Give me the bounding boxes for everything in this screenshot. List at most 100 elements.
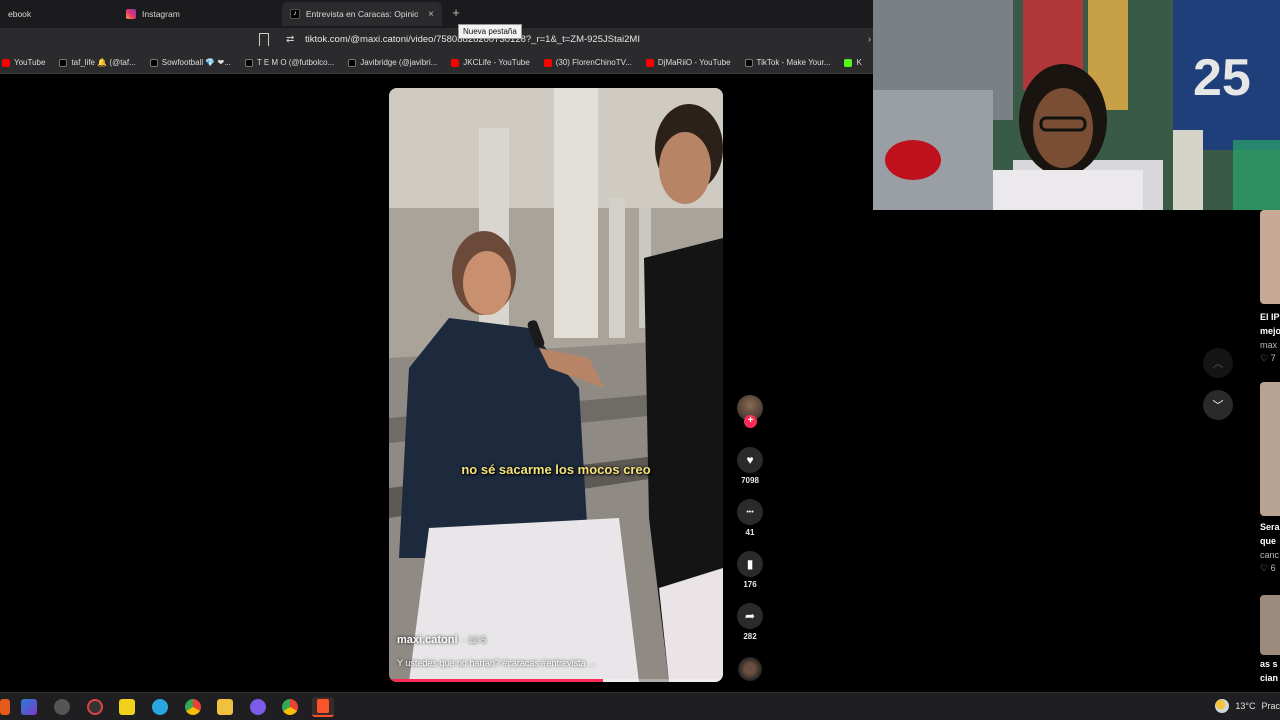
bookmark-item[interactable]: K: [844, 58, 862, 67]
recommendation-title: mejo: [1260, 326, 1280, 336]
recommendation-card[interactable]: as s cian: [1260, 595, 1280, 683]
video-progress-bar[interactable]: [389, 679, 723, 682]
save-count: 176: [743, 580, 757, 589]
chrome-icon[interactable]: [282, 699, 298, 715]
save-button[interactable]: ▮ 176: [732, 551, 768, 589]
heart-icon: ♥: [737, 447, 763, 473]
bookmark-item[interactable]: DjMaRiiO - YouTube: [645, 58, 731, 67]
weather-icon: [1215, 699, 1230, 713]
recommendation-author: max: [1260, 340, 1278, 350]
bookmark-label: K: [856, 58, 862, 67]
tab-bar: ebook Instagram ♪ Entrevista en Caracas:…: [0, 0, 873, 39]
share-icon: ➦: [737, 603, 763, 629]
youtube-icon: [645, 58, 654, 67]
bookmark-item[interactable]: JKCLife - YouTube: [451, 58, 530, 67]
video-author-row: maxi.catoni · 12-5: [397, 634, 486, 646]
music-disc-icon[interactable]: [738, 657, 762, 681]
post-date: · 12-5: [462, 635, 487, 645]
tab-label: ebook: [8, 9, 32, 19]
recommendation-thumbnail: [1260, 595, 1280, 655]
kick-icon: [844, 58, 853, 67]
bookmark-item[interactable]: TikTok - Make Your...: [744, 58, 831, 67]
new-tab-button[interactable]: +: [449, 6, 463, 20]
bookmark-label: Javibridge (@javibri...: [360, 58, 438, 67]
video-frame: [389, 88, 723, 682]
share-button[interactable]: ➦ 282: [732, 603, 768, 641]
like-count: 7098: [741, 476, 759, 485]
share-count: 282: [743, 632, 757, 641]
bookmark-icon: ▮: [737, 551, 763, 577]
tab-facebook[interactable]: ebook: [0, 2, 110, 26]
recommendation-thumbnail: [1260, 210, 1280, 304]
temperature: 13°C: [1235, 701, 1256, 711]
new-tab-tooltip: Nueva pestaña: [458, 24, 522, 39]
tab-label: Entrevista en Caracas: Opiniones: [305, 9, 419, 19]
youtube-icon: [451, 58, 460, 67]
svg-text:25: 25: [1193, 49, 1251, 107]
chevron-right-icon: ›: [868, 34, 871, 44]
bookmark-icon[interactable]: [259, 33, 269, 46]
close-icon[interactable]: ×: [428, 9, 434, 20]
tiktok-icon: ♪: [290, 9, 300, 19]
weather-text: Prac: [1261, 701, 1280, 711]
recommendation-title: El IP: [1260, 312, 1280, 322]
bookmark-label: Sowfootball 💎 ❤...: [161, 58, 231, 67]
instagram-icon: [126, 9, 136, 19]
recommendation-title: as s: [1260, 659, 1278, 669]
taskbar: 13°C Prac: [0, 692, 1280, 720]
webcam-overlay: 25: [873, 0, 1280, 210]
discord-icon[interactable]: [250, 699, 266, 715]
youtube-icon: [543, 58, 552, 67]
video-description[interactable]: Y ustedes que no harían? #caracas #entre…: [397, 658, 595, 668]
tiktok-icon: [348, 58, 357, 67]
file-explorer-icon[interactable]: [217, 699, 233, 715]
tab-instagram[interactable]: Instagram: [118, 2, 268, 26]
bookmark-label: TikTok - Make Your...: [756, 58, 831, 67]
bookmark-label: (30) FlorenChinoTV...: [555, 58, 632, 67]
recommendation-likes: ♡ 7: [1260, 353, 1276, 363]
bookmark-item[interactable]: YouTube: [2, 58, 45, 67]
next-video-button[interactable]: ﹀: [1203, 390, 1233, 420]
video-player[interactable]: no sé sacarme los mocos creo maxi.catoni…: [389, 88, 723, 682]
system-tray[interactable]: 13°C Prac: [1215, 699, 1280, 713]
bookmark-label: T E M O (@futbolco...: [256, 58, 335, 67]
bookmark-label: taf_life 🔔 (@taf...: [71, 58, 136, 67]
webcam-feed: 25: [873, 0, 1280, 210]
previous-video-button[interactable]: ︿: [1203, 348, 1233, 378]
tab-label: Instagram: [142, 9, 180, 19]
tiktok-icon: [744, 58, 753, 67]
bookmark-label: JKCLife - YouTube: [463, 58, 530, 67]
youtube-icon: [2, 58, 10, 67]
telegram-icon[interactable]: [152, 699, 168, 715]
bookmark-item[interactable]: (30) FlorenChinoTV...: [543, 58, 632, 67]
video-caption: no sé sacarme los mocos creo: [461, 462, 651, 477]
like-button[interactable]: ♥ 7098: [732, 447, 768, 485]
bookmark-item[interactable]: Sowfootball 💎 ❤...: [149, 58, 231, 67]
brave-icon[interactable]: [312, 697, 334, 717]
recommendation-thumbnail: [1260, 382, 1280, 516]
tab-tiktok-video[interactable]: ♪ Entrevista en Caracas: Opiniones ×: [282, 2, 442, 26]
settings-icon[interactable]: [54, 699, 70, 715]
notes-icon[interactable]: [119, 699, 135, 715]
chrome-icon[interactable]: [185, 699, 201, 715]
bookmark-item[interactable]: Javibridge (@javibri...: [348, 58, 437, 67]
address-bar: ⇄ tiktok.com/@maxi.catoni/video/75808828…: [0, 28, 873, 52]
bookmark-item[interactable]: taf_life 🔔 (@taf...: [59, 58, 136, 67]
recommendation-card[interactable]: El IP mejo max ♡ 7: [1260, 210, 1280, 364]
tiktok-icon: [149, 58, 158, 67]
site-info-icon[interactable]: ⇄: [286, 34, 294, 45]
obs-icon[interactable]: [87, 699, 103, 715]
follow-button[interactable]: +: [744, 415, 757, 428]
recommendation-title: cian: [1260, 673, 1279, 683]
tiktok-icon: [244, 58, 253, 67]
bookmarks-bar: YouTube taf_life 🔔 (@taf... Sowfootball …: [0, 52, 873, 74]
comment-button[interactable]: ••• 41: [732, 499, 768, 537]
recommendation-likes: ♡ 6: [1260, 563, 1276, 573]
bookmark-item[interactable]: T E M O (@futbolco...: [244, 58, 335, 67]
start-icon[interactable]: [0, 699, 10, 715]
copilot-icon[interactable]: [21, 699, 37, 715]
video-progress-fill: [389, 679, 603, 682]
recommendation-title: que: [1260, 536, 1277, 546]
author-username[interactable]: maxi.catoni: [397, 634, 458, 646]
recommendation-card[interactable]: Sera que canc ♡ 6: [1260, 382, 1280, 574]
